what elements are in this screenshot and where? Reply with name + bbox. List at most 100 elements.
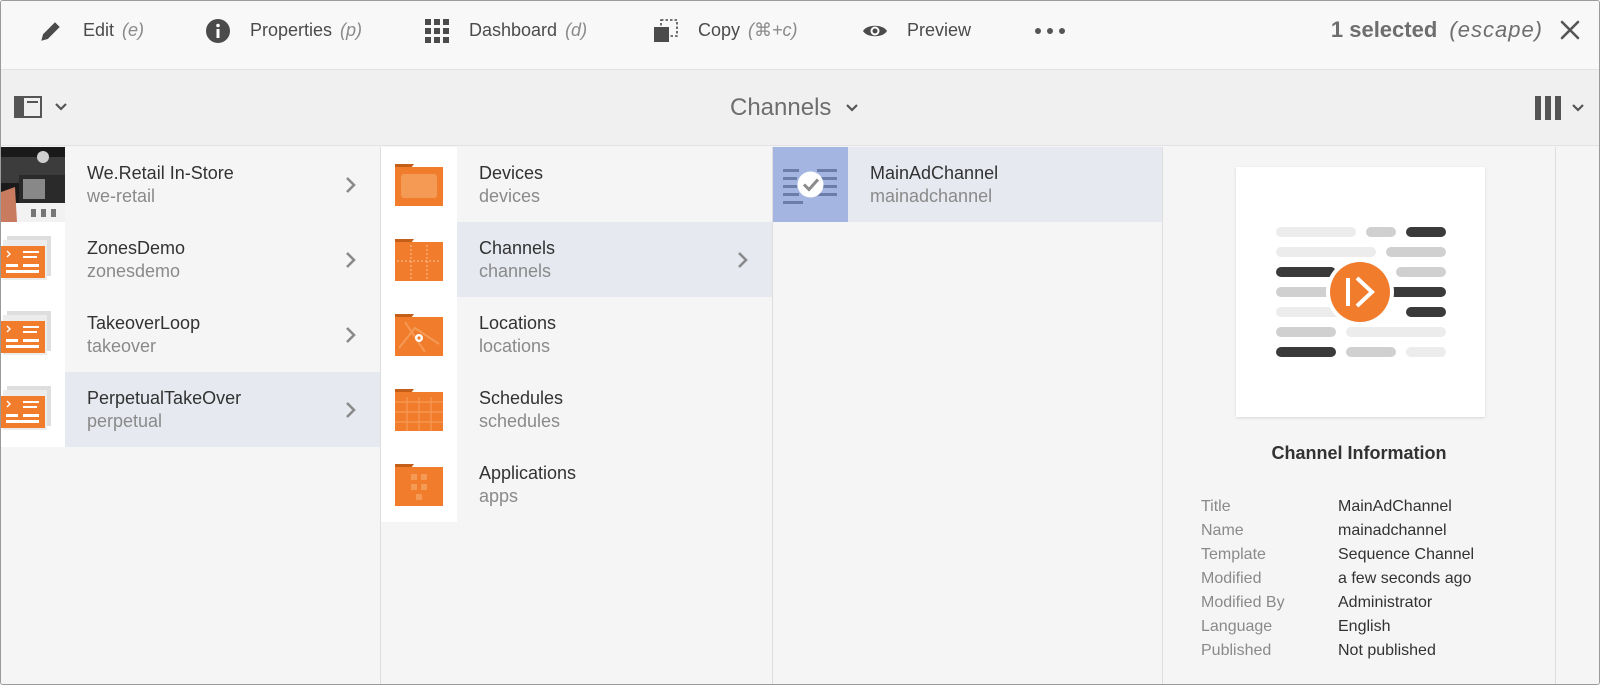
grid-icon bbox=[423, 17, 451, 45]
dashboard-shortcut: (d) bbox=[565, 20, 588, 40]
channel-preview-card bbox=[1236, 167, 1485, 417]
item-subtitle: channels bbox=[479, 260, 552, 281]
list-item-devices[interactable]: Devices devices bbox=[381, 147, 772, 222]
meta-value: English bbox=[1338, 618, 1391, 635]
meta-row-modified: Modified a few seconds ago bbox=[1201, 567, 1474, 591]
view-switcher[interactable] bbox=[1535, 96, 1585, 120]
list-item-mainadchannel[interactable]: MainAdChannel mainadchannel bbox=[773, 147, 1162, 222]
dashboard-button[interactable]: Dashboard (d) bbox=[423, 1, 587, 60]
locations-folder-icon bbox=[381, 297, 457, 372]
edit-shortcut: (e) bbox=[122, 20, 145, 40]
action-bar: Edit (e) Properties (p) Dashboard (d) Co… bbox=[1, 1, 1599, 70]
channel-thumbnail bbox=[1, 222, 65, 297]
meta-value: Sequence Channel bbox=[1338, 546, 1475, 563]
list-item-perpetualtakeover[interactable]: PerpetualTakeOver perpetual bbox=[1, 372, 380, 447]
column-sites: We.Retail In-Store we-retail ZonesDemo z… bbox=[1, 147, 381, 684]
channels-folder-icon bbox=[381, 222, 457, 297]
eye-icon bbox=[861, 17, 889, 45]
copy-label: Copy bbox=[698, 20, 741, 40]
column-folders: Devices devices Channels channels Locati… bbox=[381, 147, 773, 684]
item-title: Applications bbox=[479, 462, 577, 483]
copy-button[interactable]: Copy (⌘+c) bbox=[652, 1, 798, 60]
item-subtitle: schedules bbox=[479, 410, 561, 431]
list-item-body: PerpetualTakeOver perpetual bbox=[65, 372, 380, 447]
preview-label: Preview bbox=[907, 20, 972, 40]
schedules-folder-icon bbox=[381, 372, 457, 447]
list-item-takeoverloop[interactable]: TakeoverLoop takeover bbox=[1, 297, 380, 372]
item-title: Schedules bbox=[479, 387, 564, 408]
pencil-icon bbox=[37, 17, 65, 45]
meta-key: Published bbox=[1201, 642, 1272, 659]
page-title-dropdown[interactable]: Channels bbox=[730, 94, 859, 122]
channel-thumbnail bbox=[1, 372, 65, 447]
info-icon bbox=[204, 17, 232, 45]
preview-pane: Channel Information Title MainAdChannel N… bbox=[1163, 147, 1556, 684]
chevron-down-icon bbox=[55, 103, 67, 111]
item-subtitle: takeover bbox=[87, 335, 157, 356]
column-view-icon bbox=[1535, 96, 1561, 120]
properties-label: Properties bbox=[250, 20, 333, 40]
meta-row-published: Published Not published bbox=[1201, 639, 1474, 663]
meta-key: Name bbox=[1201, 522, 1244, 539]
list-item-body: Locations locations bbox=[457, 297, 772, 372]
meta-row-template: Template Sequence Channel bbox=[1201, 543, 1474, 567]
item-subtitle: devices bbox=[479, 185, 541, 206]
meta-key: Modified bbox=[1201, 570, 1262, 587]
item-title: ZonesDemo bbox=[87, 237, 186, 258]
list-item-body: Devices devices bbox=[457, 147, 772, 222]
chevron-right-icon[interactable] bbox=[344, 250, 358, 270]
meta-value: a few seconds ago bbox=[1338, 570, 1472, 587]
list-item-body: ZonesDemo zonesdemo bbox=[65, 222, 380, 297]
preview-button[interactable]: Preview bbox=[861, 1, 971, 60]
selection-status: 1 selected (escape) bbox=[1331, 17, 1543, 43]
chevron-right-icon[interactable] bbox=[344, 400, 358, 420]
chevron-down-icon bbox=[1572, 104, 1584, 112]
meta-key: Title bbox=[1201, 498, 1231, 515]
rail-toggle-button[interactable] bbox=[14, 96, 68, 118]
list-item-channels[interactable]: Channels channels bbox=[381, 222, 772, 297]
list-item-applications[interactable]: Applications apps bbox=[381, 447, 772, 522]
list-item-body: Channels channels bbox=[457, 222, 772, 297]
edit-button[interactable]: Edit (e) bbox=[37, 1, 144, 60]
list-item-body: We.Retail In-Store we-retail bbox=[65, 147, 380, 222]
meta-value: Administrator bbox=[1338, 594, 1433, 611]
selection-escape-hint: (escape) bbox=[1449, 17, 1543, 42]
item-title: Devices bbox=[479, 162, 544, 183]
meta-row-name: Name mainadchannel bbox=[1201, 519, 1474, 543]
item-title: We.Retail In-Store bbox=[87, 162, 234, 183]
chevron-right-icon[interactable] bbox=[344, 175, 358, 195]
empty-column-area bbox=[1556, 147, 1599, 684]
meta-value: Not published bbox=[1338, 642, 1436, 659]
meta-row-title: Title MainAdChannel bbox=[1201, 495, 1474, 519]
meta-value: mainadchannel bbox=[1338, 522, 1447, 539]
rail-toggle-icon bbox=[14, 96, 42, 118]
meta-key: Modified By bbox=[1201, 594, 1285, 611]
copy-icon bbox=[652, 17, 680, 45]
list-item-body: Schedules schedules bbox=[457, 372, 772, 447]
close-icon[interactable] bbox=[1559, 19, 1583, 43]
devices-folder-icon bbox=[381, 147, 457, 222]
list-item-schedules[interactable]: Schedules schedules bbox=[381, 372, 772, 447]
column-channels: MainAdChannel mainadchannel bbox=[773, 147, 1163, 684]
chevron-right-icon[interactable] bbox=[344, 325, 358, 345]
list-item-body: TakeoverLoop takeover bbox=[65, 297, 380, 372]
edit-label: Edit bbox=[83, 20, 115, 40]
list-item-body: Applications apps bbox=[457, 447, 772, 522]
list-item-locations[interactable]: Locations locations bbox=[381, 297, 772, 372]
chevron-right-icon[interactable] bbox=[736, 250, 750, 270]
dashboard-label: Dashboard bbox=[469, 20, 558, 40]
meta-row-language: Language English bbox=[1201, 615, 1474, 639]
item-subtitle: mainadchannel bbox=[870, 185, 993, 206]
item-title: MainAdChannel bbox=[870, 162, 999, 183]
meta-key: Template bbox=[1201, 546, 1266, 563]
copy-shortcut: (⌘+c) bbox=[748, 20, 798, 40]
item-title: Channels bbox=[479, 237, 556, 258]
page-title: Channels bbox=[730, 94, 832, 121]
properties-button[interactable]: Properties (p) bbox=[204, 1, 362, 60]
list-item-zonesdemo[interactable]: ZonesDemo zonesdemo bbox=[1, 222, 380, 297]
meta-row-modified-by: Modified By Administrator bbox=[1201, 591, 1474, 615]
preview-heading: Channel Information bbox=[1271, 443, 1447, 463]
properties-shortcut: (p) bbox=[340, 20, 363, 40]
more-dots-icon[interactable] bbox=[1035, 19, 1065, 43]
list-item-we-retail[interactable]: We.Retail In-Store we-retail bbox=[1, 147, 380, 222]
